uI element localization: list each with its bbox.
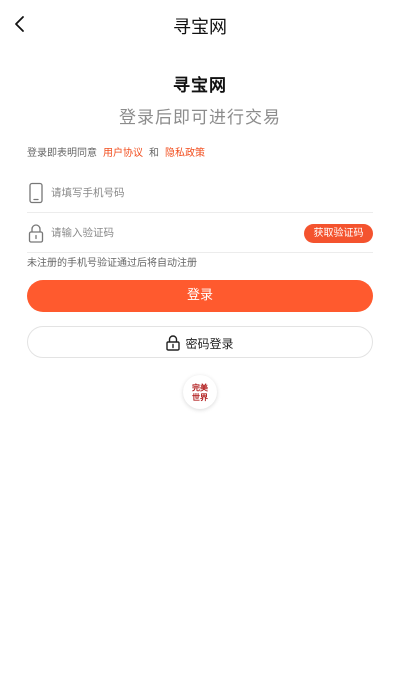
agreement-conjunction: 和 [149,148,159,159]
get-code-button[interactable]: 获取验证码 [304,224,373,243]
privacy-policy-link[interactable]: 隐私政策 [165,148,205,159]
code-field: 获取验证码 [27,214,373,253]
lock-icon [28,224,44,243]
code-input[interactable] [49,220,303,246]
lock-icon [166,335,181,351]
user-agreement-link[interactable]: 用户协议 [103,148,143,159]
agreement-prefix: 登录即表明同意 [27,148,97,159]
password-login-button[interactable]: 密码登录 [27,326,373,358]
login-button[interactable]: 登录 [27,280,373,312]
password-login-content: 密码登录 [28,334,372,352]
page-title: 寻宝网 [173,17,227,38]
phone-input[interactable] [49,180,303,206]
brand-name: 寻宝网 [173,76,227,96]
third-party-login-button[interactable]: 完美 世界 [183,375,217,409]
svg-text:完美: 完美 [192,383,209,393]
password-login-label: 密码登录 [185,336,234,351]
agreement-text: 登录即表明同意 用户协议和隐私政策 [27,144,205,159]
perfect-world-logo-icon: 完美 世界 [192,383,209,403]
top-bar: 寻宝网 [0,0,400,50]
svg-text:世界: 世界 [192,392,209,402]
phone-field [27,174,373,213]
brand-tagline: 登录后即可进行交易 [119,108,281,128]
auto-register-hint: 未注册的手机号验证通过后将自动注册 [27,258,197,269]
phone-icon [29,182,43,204]
